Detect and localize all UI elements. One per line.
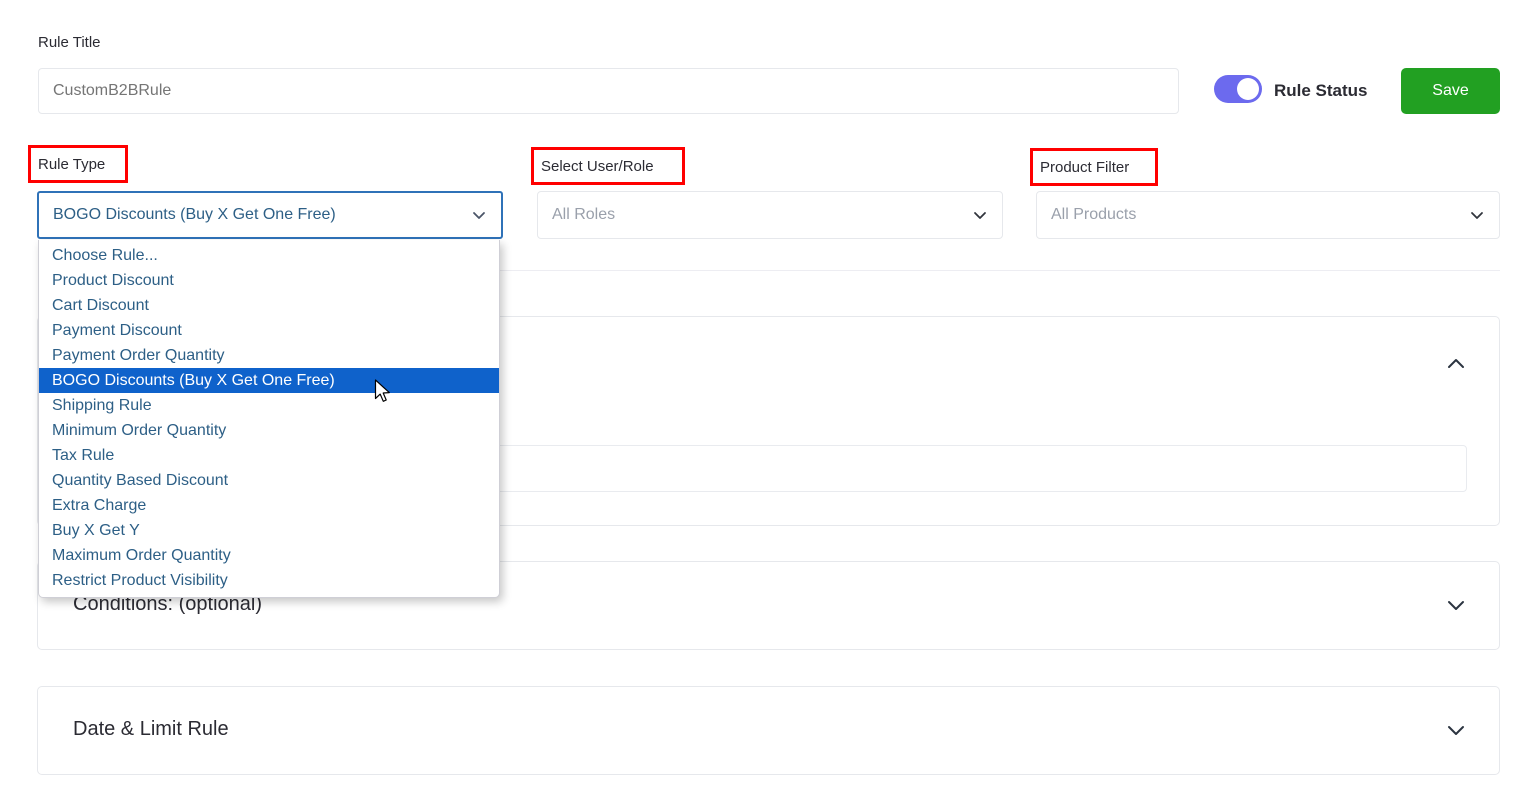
annotation-box-rule-type: Rule Type xyxy=(28,145,128,183)
content-divider xyxy=(500,270,1500,271)
rule-type-option[interactable]: BOGO Discounts (Buy X Get One Free) xyxy=(39,368,499,393)
rule-type-dropdown-menu[interactable]: Choose Rule... Product Discount Cart Disco… xyxy=(38,240,500,598)
user-role-label: Select User/Role xyxy=(541,157,654,175)
user-role-select[interactable]: All Roles xyxy=(537,191,1003,239)
rule-type-option[interactable]: Payment Order Quantity xyxy=(39,343,499,368)
rule-type-value: BOGO Discounts (Buy X Get One Free) xyxy=(53,206,336,223)
rule-type-select[interactable]: BOGO Discounts (Buy X Get One Free) xyxy=(37,191,503,239)
rule-status-label: Rule Status xyxy=(1274,81,1368,100)
rule-type-option[interactable]: Payment Discount xyxy=(39,318,499,343)
rule-status-toggle[interactable] xyxy=(1214,75,1262,103)
panel-date-title: Date & Limit Rule xyxy=(73,718,229,740)
rule-type-label: Rule Type xyxy=(38,155,106,173)
annotation-box-product-filter: Product Filter xyxy=(1030,148,1158,186)
rule-type-option[interactable]: Quantity Based Discount xyxy=(39,468,499,493)
rule-type-option[interactable]: Maximum Order Quantity xyxy=(39,543,499,568)
rule-type-option[interactable]: Buy X Get Y xyxy=(39,518,499,543)
rule-title-input[interactable] xyxy=(38,68,1179,114)
rule-type-option[interactable]: Minimum Order Quantity xyxy=(39,418,499,443)
rule-title-label: Rule Title xyxy=(38,34,101,51)
chevron-down-icon xyxy=(1469,207,1485,223)
chevron-down-icon xyxy=(972,207,988,223)
rule-type-option[interactable]: Tax Rule xyxy=(39,443,499,468)
panel-date-limit-rule[interactable]: Date & Limit Rule xyxy=(37,686,1500,775)
user-role-value: All Roles xyxy=(552,206,616,223)
chevron-down-icon xyxy=(471,207,487,223)
rule-type-option[interactable]: Shipping Rule xyxy=(39,393,499,418)
chevron-up-icon[interactable] xyxy=(1445,353,1467,375)
rule-type-option[interactable]: Choose Rule... xyxy=(39,243,499,268)
rule-type-option[interactable]: Extra Charge xyxy=(39,493,499,518)
product-filter-select[interactable]: All Products xyxy=(1036,191,1500,239)
rule-type-option[interactable]: Cart Discount xyxy=(39,293,499,318)
chevron-down-icon[interactable] xyxy=(1445,719,1467,741)
rule-type-option[interactable]: Product Discount xyxy=(39,268,499,293)
save-button[interactable]: Save xyxy=(1401,68,1500,114)
product-filter-label: Product Filter xyxy=(1040,158,1130,176)
annotation-box-user-role: Select User/Role xyxy=(531,147,685,185)
toggle-knob xyxy=(1237,78,1259,100)
product-filter-value: All Products xyxy=(1051,206,1137,223)
rule-type-option[interactable]: Restrict Product Visibility xyxy=(39,568,499,593)
chevron-down-icon[interactable] xyxy=(1445,594,1467,616)
